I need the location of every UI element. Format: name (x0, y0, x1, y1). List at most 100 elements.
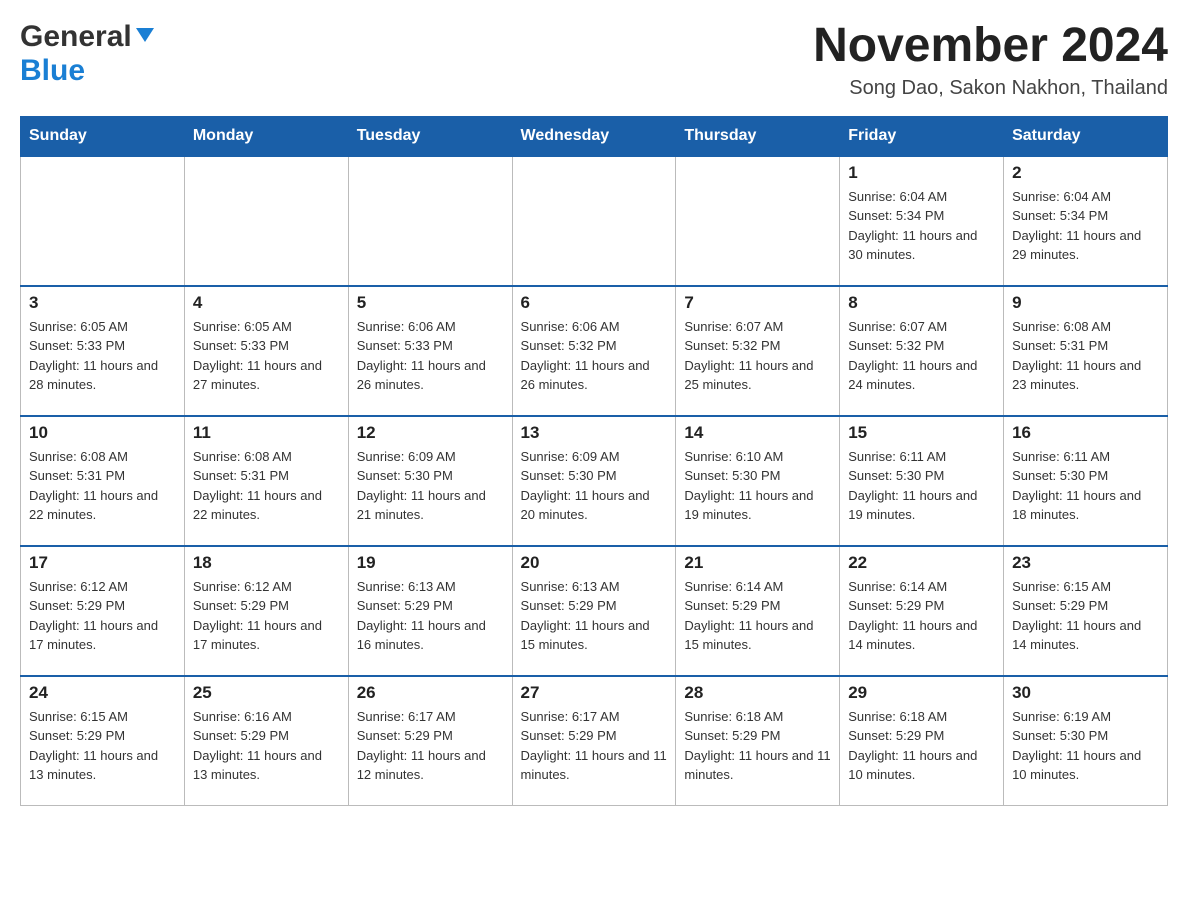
day-info: Sunrise: 6:09 AMSunset: 5:30 PMDaylight:… (357, 447, 504, 525)
calendar-week-row: 3 Sunrise: 6:05 AMSunset: 5:33 PMDaylight… (21, 286, 1168, 416)
day-number: 4 (193, 293, 340, 313)
day-info: Sunrise: 6:13 AMSunset: 5:29 PMDaylight:… (521, 577, 668, 655)
table-row: 8 Sunrise: 6:07 AMSunset: 5:32 PMDaylight… (840, 286, 1004, 416)
day-info: Sunrise: 6:04 AMSunset: 5:34 PMDaylight:… (1012, 187, 1159, 265)
month-title: November 2024 (813, 20, 1168, 73)
logo-blue-text: Blue (20, 54, 85, 88)
calendar-week-row: 17 Sunrise: 6:12 AMSunset: 5:29 PMDayligh… (21, 546, 1168, 676)
table-row: 23Sunrise: 6:15 AMSunset: 5:29 PMDayligh… (1004, 546, 1168, 676)
day-number: 14 (684, 423, 831, 443)
day-number: 2 (1012, 163, 1159, 183)
day-info: Sunrise: 6:14 AMSunset: 5:29 PMDaylight:… (848, 577, 995, 655)
table-row (184, 156, 348, 286)
calendar-header-row: Sunday Monday Tuesday Wednesday Thursday… (21, 116, 1168, 156)
day-info: Sunrise: 6:07 AMSunset: 5:32 PMDaylight:… (848, 317, 995, 395)
table-row: 24 Sunrise: 6:15 AMSunset: 5:29 PMDayligh… (21, 676, 185, 806)
header-monday: Monday (184, 116, 348, 156)
table-row: 16Sunrise: 6:11 AMSunset: 5:30 PMDayligh… (1004, 416, 1168, 546)
table-row: 25 Sunrise: 6:16 AMSunset: 5:29 PMDayligh… (184, 676, 348, 806)
table-row: 19Sunrise: 6:13 AMSunset: 5:29 PMDayligh… (348, 546, 512, 676)
day-number: 26 (357, 683, 504, 703)
day-info: Sunrise: 6:19 AMSunset: 5:30 PMDaylight:… (1012, 707, 1159, 785)
table-row: 10 Sunrise: 6:08 AMSunset: 5:31 PMDayligh… (21, 416, 185, 546)
day-number: 13 (521, 423, 668, 443)
day-number: 18 (193, 553, 340, 573)
day-info: Sunrise: 6:09 AMSunset: 5:30 PMDaylight:… (521, 447, 668, 525)
calendar-table: Sunday Monday Tuesday Wednesday Thursday… (20, 116, 1168, 807)
day-info: Sunrise: 6:15 AMSunset: 5:29 PMDaylight:… (29, 707, 176, 785)
title-section: November 2024 Song Dao, Sakon Nakhon, Th… (813, 20, 1168, 100)
header-saturday: Saturday (1004, 116, 1168, 156)
table-row: 4 Sunrise: 6:05 AMSunset: 5:33 PMDaylight… (184, 286, 348, 416)
header-sunday: Sunday (21, 116, 185, 156)
table-row: 6 Sunrise: 6:06 AMSunset: 5:32 PMDaylight… (512, 286, 676, 416)
day-number: 25 (193, 683, 340, 703)
table-row: 28 Sunrise: 6:18 AMSunset: 5:29 PMDayligh… (676, 676, 840, 806)
day-info: Sunrise: 6:13 AMSunset: 5:29 PMDaylight:… (357, 577, 504, 655)
logo-general-text: General (20, 20, 132, 54)
header-thursday: Thursday (676, 116, 840, 156)
calendar-week-row: 24 Sunrise: 6:15 AMSunset: 5:29 PMDayligh… (21, 676, 1168, 806)
day-info: Sunrise: 6:18 AMSunset: 5:29 PMDaylight:… (848, 707, 995, 785)
day-info: Sunrise: 6:10 AMSunset: 5:30 PMDaylight:… (684, 447, 831, 525)
table-row (348, 156, 512, 286)
day-info: Sunrise: 6:12 AMSunset: 5:29 PMDaylight:… (29, 577, 176, 655)
table-row: 20 Sunrise: 6:13 AMSunset: 5:29 PMDayligh… (512, 546, 676, 676)
table-row: 7Sunrise: 6:07 AMSunset: 5:32 PMDaylight… (676, 286, 840, 416)
day-info: Sunrise: 6:17 AMSunset: 5:29 PMDaylight:… (357, 707, 504, 785)
day-info: Sunrise: 6:11 AMSunset: 5:30 PMDaylight:… (848, 447, 995, 525)
day-number: 10 (29, 423, 176, 443)
table-row (21, 156, 185, 286)
day-number: 9 (1012, 293, 1159, 313)
day-number: 24 (29, 683, 176, 703)
day-info: Sunrise: 6:04 AMSunset: 5:34 PMDaylight:… (848, 187, 995, 265)
day-number: 29 (848, 683, 995, 703)
day-number: 22 (848, 553, 995, 573)
day-info: Sunrise: 6:18 AMSunset: 5:29 PMDaylight:… (684, 707, 831, 785)
day-number: 17 (29, 553, 176, 573)
day-info: Sunrise: 6:08 AMSunset: 5:31 PMDaylight:… (193, 447, 340, 525)
table-row: 1 Sunrise: 6:04 AMSunset: 5:34 PMDaylight… (840, 156, 1004, 286)
day-number: 27 (521, 683, 668, 703)
day-number: 23 (1012, 553, 1159, 573)
table-row: 29 Sunrise: 6:18 AMSunset: 5:29 PMDayligh… (840, 676, 1004, 806)
table-row: 5 Sunrise: 6:06 AMSunset: 5:33 PMDaylight… (348, 286, 512, 416)
location-subtitle: Song Dao, Sakon Nakhon, Thailand (813, 77, 1168, 100)
page-header: General Blue November 2024 Song Dao, Sak… (20, 20, 1168, 100)
day-info: Sunrise: 6:05 AMSunset: 5:33 PMDaylight:… (29, 317, 176, 395)
table-row: 27 Sunrise: 6:17 AMSunset: 5:29 PMDayligh… (512, 676, 676, 806)
table-row: 14 Sunrise: 6:10 AMSunset: 5:30 PMDayligh… (676, 416, 840, 546)
table-row (676, 156, 840, 286)
day-number: 6 (521, 293, 668, 313)
day-number: 5 (357, 293, 504, 313)
table-row: 2 Sunrise: 6:04 AMSunset: 5:34 PMDaylight… (1004, 156, 1168, 286)
day-info: Sunrise: 6:07 AMSunset: 5:32 PMDaylight:… (684, 317, 831, 395)
table-row: 21Sunrise: 6:14 AMSunset: 5:29 PMDayligh… (676, 546, 840, 676)
table-row: 11Sunrise: 6:08 AMSunset: 5:31 PMDayligh… (184, 416, 348, 546)
day-number: 8 (848, 293, 995, 313)
table-row: 17 Sunrise: 6:12 AMSunset: 5:29 PMDayligh… (21, 546, 185, 676)
day-number: 21 (684, 553, 831, 573)
table-row: 3 Sunrise: 6:05 AMSunset: 5:33 PMDaylight… (21, 286, 185, 416)
day-number: 20 (521, 553, 668, 573)
table-row: 15Sunrise: 6:11 AMSunset: 5:30 PMDayligh… (840, 416, 1004, 546)
day-info: Sunrise: 6:16 AMSunset: 5:29 PMDaylight:… (193, 707, 340, 785)
table-row: 12 Sunrise: 6:09 AMSunset: 5:30 PMDayligh… (348, 416, 512, 546)
day-number: 12 (357, 423, 504, 443)
day-info: Sunrise: 6:08 AMSunset: 5:31 PMDaylight:… (29, 447, 176, 525)
day-info: Sunrise: 6:06 AMSunset: 5:33 PMDaylight:… (357, 317, 504, 395)
day-number: 1 (848, 163, 995, 183)
day-info: Sunrise: 6:06 AMSunset: 5:32 PMDaylight:… (521, 317, 668, 395)
day-info: Sunrise: 6:17 AMSunset: 5:29 PMDaylight:… (521, 707, 668, 785)
header-wednesday: Wednesday (512, 116, 676, 156)
day-info: Sunrise: 6:11 AMSunset: 5:30 PMDaylight:… (1012, 447, 1159, 525)
day-number: 3 (29, 293, 176, 313)
table-row (512, 156, 676, 286)
day-number: 28 (684, 683, 831, 703)
day-number: 30 (1012, 683, 1159, 703)
day-info: Sunrise: 6:05 AMSunset: 5:33 PMDaylight:… (193, 317, 340, 395)
header-tuesday: Tuesday (348, 116, 512, 156)
calendar-week-row: 10 Sunrise: 6:08 AMSunset: 5:31 PMDayligh… (21, 416, 1168, 546)
table-row: 26 Sunrise: 6:17 AMSunset: 5:29 PMDayligh… (348, 676, 512, 806)
header-friday: Friday (840, 116, 1004, 156)
